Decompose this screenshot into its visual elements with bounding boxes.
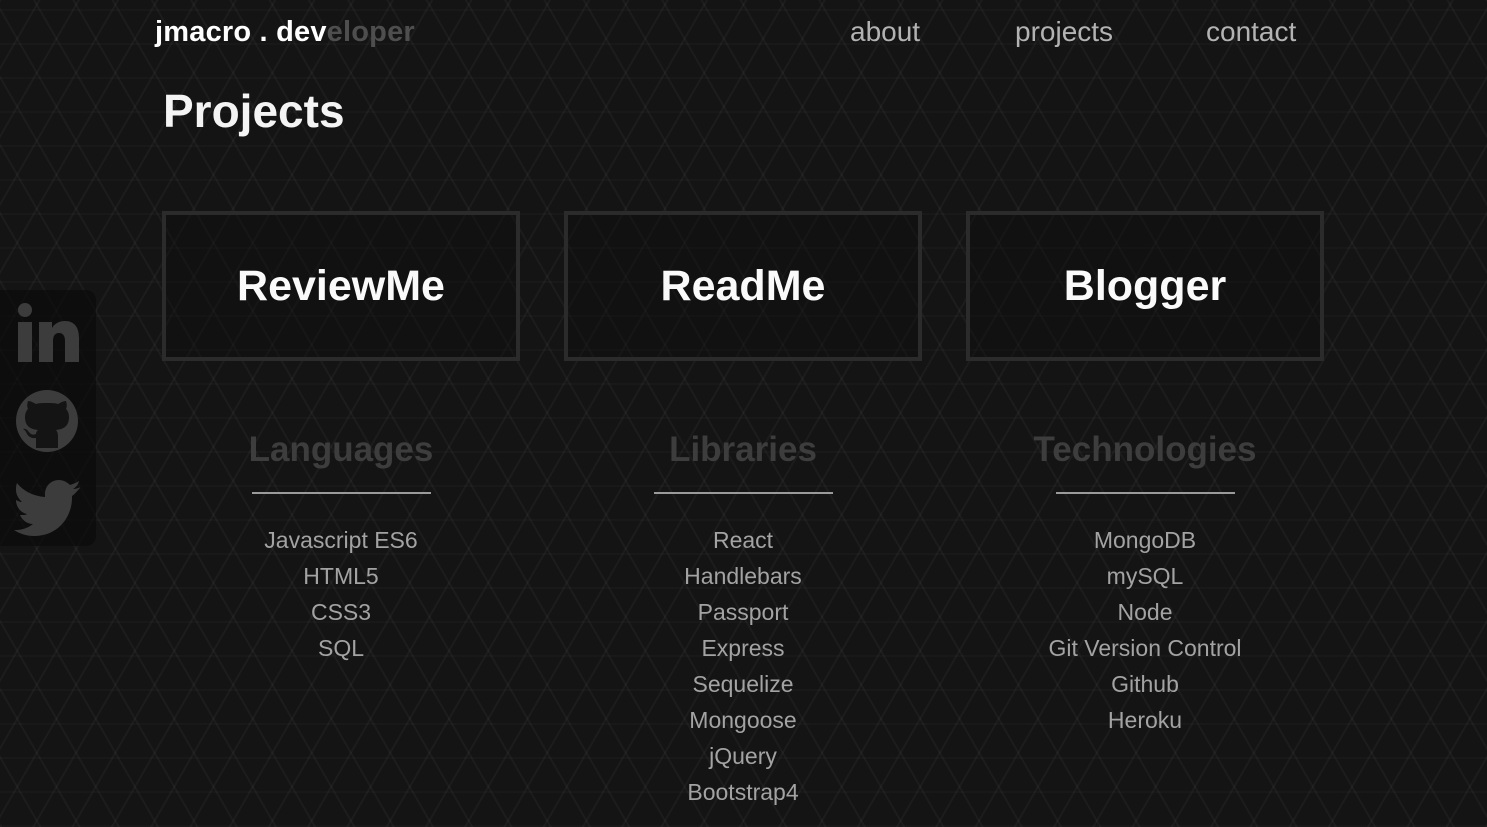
skill-item: HTML5 xyxy=(303,563,379,589)
skills-column-technologies: Technologies MongoDB mySQL Node Git Vers… xyxy=(966,428,1324,738)
project-card-title: Blogger xyxy=(1063,261,1227,310)
project-card-blogger[interactable]: Blogger xyxy=(966,211,1324,361)
skill-item: Sequelize xyxy=(692,671,794,697)
skills-heading: Technologies xyxy=(1033,430,1257,469)
social-sidebar xyxy=(0,290,96,546)
linkedin-icon[interactable] xyxy=(14,300,80,366)
project-card-title: ReviewMe xyxy=(237,261,445,310)
skill-item: MongoDB xyxy=(1093,527,1197,553)
project-card-title: ReadMe xyxy=(660,261,826,310)
skill-item: Mongoose xyxy=(689,707,797,733)
skill-item: Handlebars xyxy=(684,563,802,589)
skills-heading: Libraries xyxy=(669,430,817,469)
skill-item: Node xyxy=(1117,599,1173,625)
skill-item: jQuery xyxy=(709,743,777,769)
skills-column-languages: Languages Javascript ES6 HTML5 CSS3 SQL xyxy=(162,428,520,666)
skill-item: Express xyxy=(701,635,785,661)
twitter-icon[interactable] xyxy=(14,475,80,541)
heading-divider xyxy=(1055,492,1235,494)
project-card-readme[interactable]: ReadMe xyxy=(564,211,922,361)
brand-logo[interactable]: jmacro . developer xyxy=(155,16,415,49)
heading-divider xyxy=(653,492,833,494)
skill-item: Passport xyxy=(697,599,789,625)
skill-item: mySQL xyxy=(1106,563,1184,589)
skills-column-libraries: Libraries React Handlebars Passport Expr… xyxy=(564,428,922,810)
page-title: Projects xyxy=(163,85,345,137)
skill-item: Git Version Control xyxy=(1048,635,1242,661)
skill-item: Javascript ES6 xyxy=(264,527,418,553)
nav-link-about[interactable]: about xyxy=(850,16,920,48)
skill-item: CSS3 xyxy=(310,599,372,625)
nav-link-projects[interactable]: projects xyxy=(1015,16,1113,48)
skill-item: Bootstrap4 xyxy=(687,779,799,805)
project-card-reviewme[interactable]: ReviewMe xyxy=(162,211,520,361)
skill-item: SQL xyxy=(317,635,365,661)
skill-item: Github xyxy=(1111,671,1179,697)
brand-logo-suffix: eloper xyxy=(326,16,415,48)
skill-item: React xyxy=(712,527,774,553)
skills-list: MongoDB mySQL Node Git Version Control G… xyxy=(966,522,1324,738)
skills-list: React Handlebars Passport Express Sequel… xyxy=(564,522,922,810)
brand-logo-primary: jmacro . dev xyxy=(155,16,327,48)
heading-divider xyxy=(251,492,431,494)
skills-heading: Languages xyxy=(248,430,434,469)
nav-link-contact[interactable]: contact xyxy=(1206,16,1296,48)
github-icon[interactable] xyxy=(14,388,80,454)
skills-list: Javascript ES6 HTML5 CSS3 SQL xyxy=(162,522,520,666)
skill-item: Heroku xyxy=(1107,707,1183,733)
